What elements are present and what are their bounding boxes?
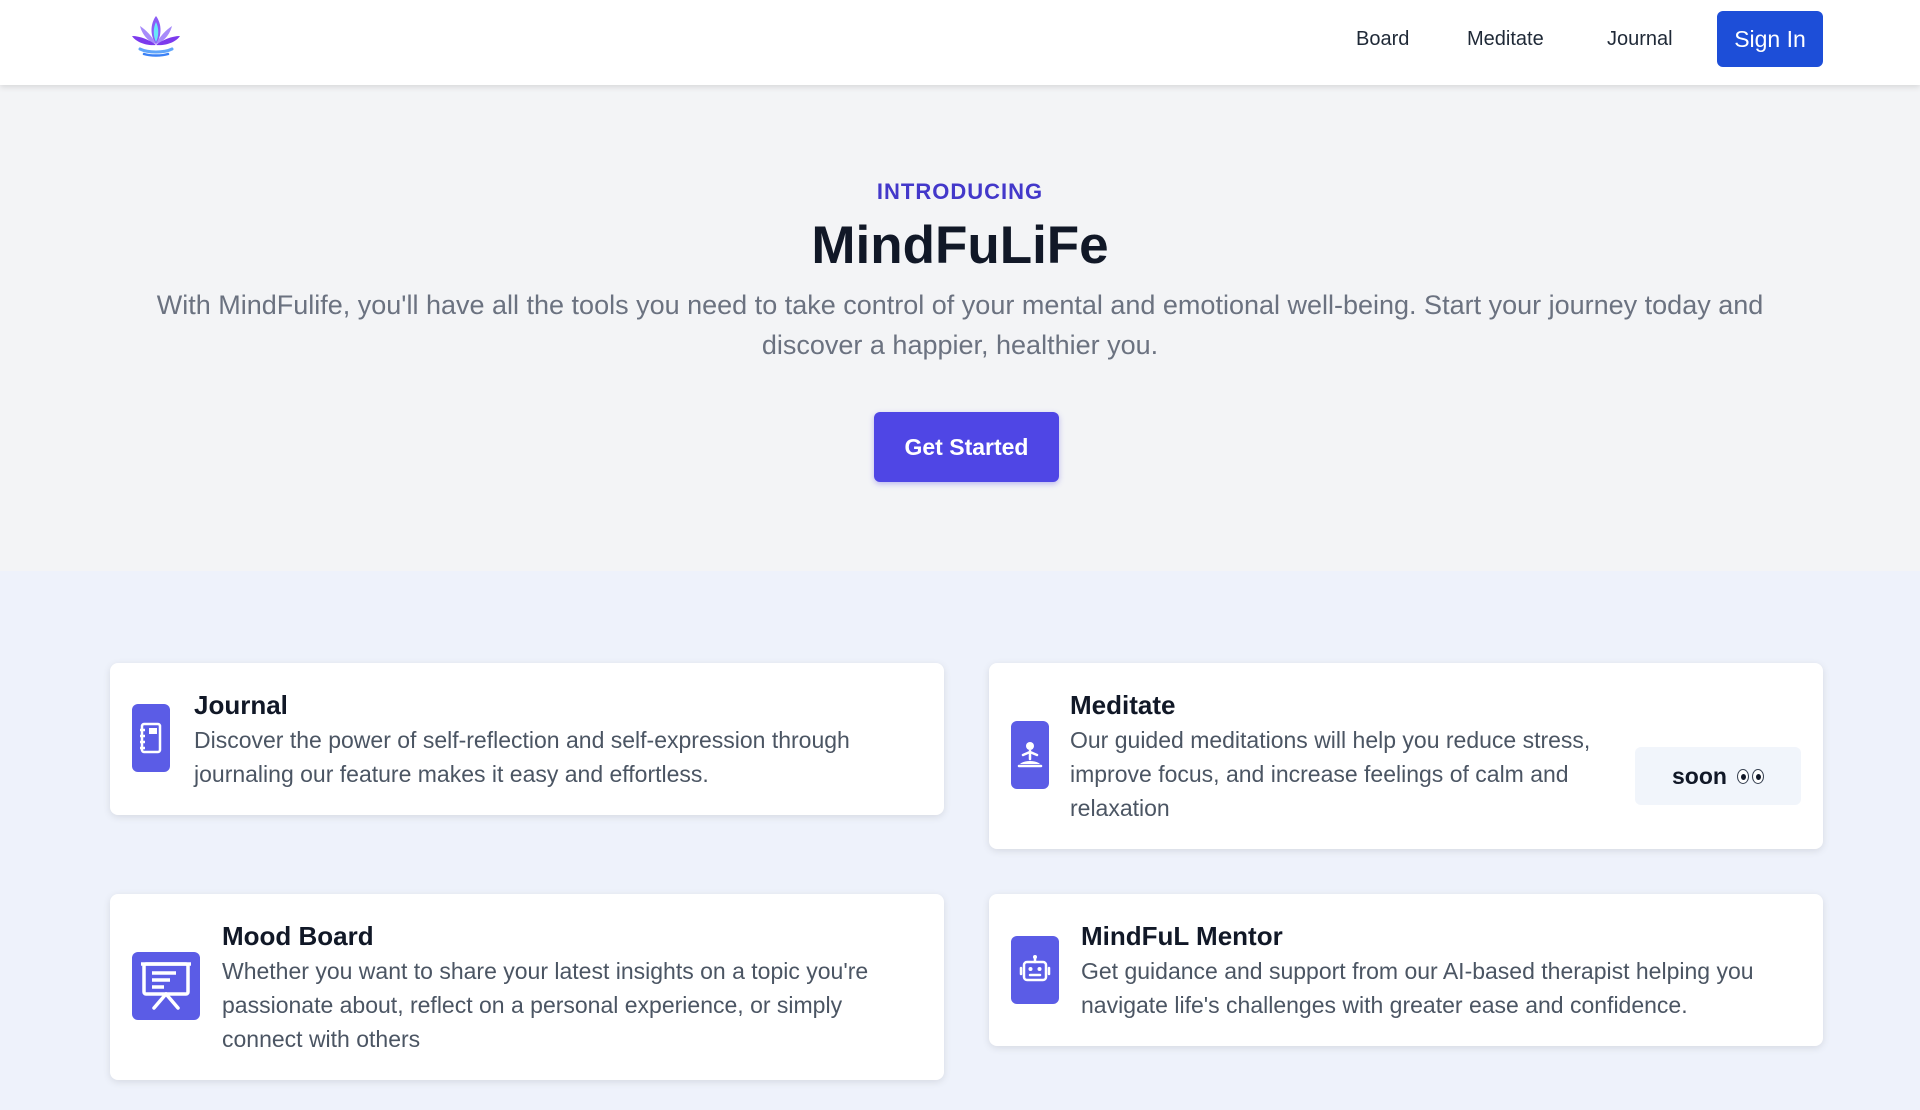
hero-subtitle: With MindFulife, you'll have all the too… <box>156 290 1764 360</box>
feature-title: Meditate <box>1070 690 1176 720</box>
sign-in-button[interactable]: Sign In <box>1717 11 1823 67</box>
feature-title: Journal <box>194 690 288 720</box>
journal-icon <box>132 704 170 772</box>
feature-description: Get guidance and support from our AI-bas… <box>1081 958 1754 1018</box>
lotus-logo-icon[interactable] <box>128 12 184 58</box>
feature-card-meditate[interactable]: Meditate Our guided meditations will hel… <box>989 663 1823 849</box>
feature-card-mood-board[interactable]: Mood Board Whether you want to share you… <box>110 894 944 1080</box>
nav-link-meditate[interactable]: Meditate <box>1467 28 1544 51</box>
meditation-icon <box>1011 721 1049 789</box>
feature-description: Whether you want to share your latest in… <box>222 958 869 1052</box>
coming-soon-badge: soon <box>1635 747 1801 805</box>
eyes-icon <box>1736 768 1764 784</box>
feature-card-mindful-mentor[interactable]: MindFuL Mentor Get guidance and support … <box>989 894 1823 1046</box>
nav-link-board[interactable]: Board <box>1356 28 1409 51</box>
feature-description: Discover the power of self-reflection an… <box>194 727 850 787</box>
feature-title: MindFuL Mentor <box>1081 921 1283 951</box>
features-section: Journal Discover the power of self-refle… <box>0 571 1920 1110</box>
top-navbar: Board Meditate Journal Sign In <box>0 0 1920 85</box>
nav-link-journal[interactable]: Journal <box>1607 28 1673 51</box>
feature-title: Mood Board <box>222 921 374 951</box>
hero-title: MindFuLiFe <box>811 216 1109 275</box>
hero-section: INTRODUCING MindFuLiFe With MindFulife, … <box>0 85 1920 571</box>
get-started-button[interactable]: Get Started <box>874 412 1059 482</box>
hero-eyebrow: INTRODUCING <box>876 179 1044 204</box>
feature-card-journal[interactable]: Journal Discover the power of self-refle… <box>110 663 944 815</box>
presentation-board-icon <box>132 952 200 1020</box>
robot-icon <box>1011 936 1059 1004</box>
feature-description: Our guided meditations will help you red… <box>1070 727 1591 821</box>
badge-label: soon <box>1672 762 1727 789</box>
